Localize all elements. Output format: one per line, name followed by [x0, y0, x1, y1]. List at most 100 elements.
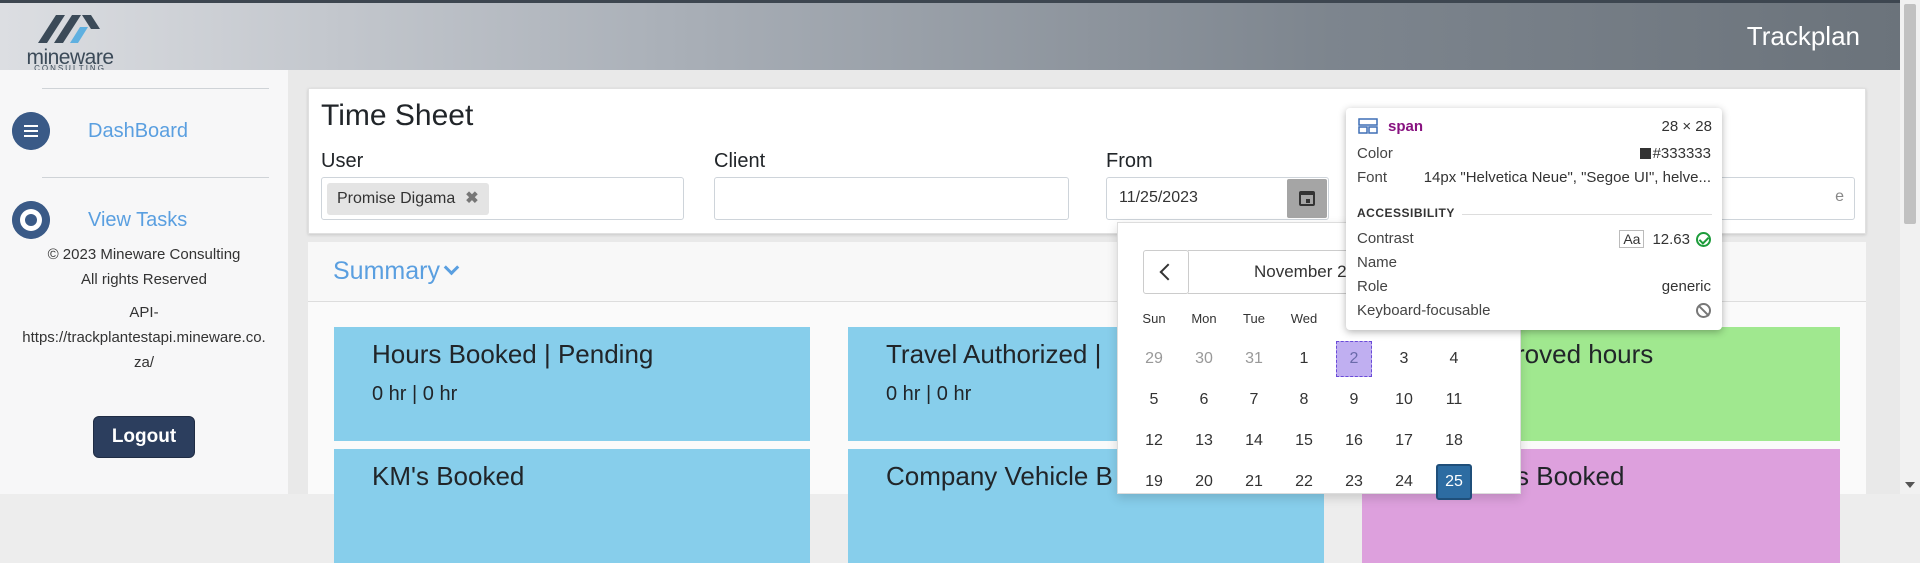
calendar-day[interactable]: 25 [1436, 464, 1472, 500]
weekday-header: Wed [1290, 311, 1318, 326]
calendar-day[interactable]: 6 [1186, 382, 1222, 418]
tile-hours-booked: Hours Booked | Pending 0 hr | 0 hr [334, 327, 810, 441]
calendar-day[interactable]: 17 [1386, 423, 1422, 459]
vertical-scrollbar[interactable] [1900, 0, 1920, 494]
calendar-day[interactable]: 15 [1286, 423, 1322, 459]
calendar-day[interactable]: 7 [1236, 382, 1272, 418]
section-divider [1462, 214, 1712, 215]
calendar-day[interactable]: 18 [1436, 423, 1472, 459]
calendar-icon [1299, 191, 1315, 206]
sidebar-item-label: View Tasks [88, 209, 188, 231]
user-select[interactable]: Promise Digama ✖ [321, 177, 684, 220]
summary-title: Summary [333, 257, 440, 285]
calendar-day[interactable]: 21 [1236, 464, 1272, 500]
calendar-day[interactable]: 31 [1236, 341, 1272, 377]
calendar-day[interactable]: 12 [1136, 423, 1172, 459]
calendar-day[interactable]: 11 [1436, 382, 1472, 418]
inspector-contrast-row: Contrast Aa 12.63 [1357, 230, 1711, 250]
calendar-day[interactable]: 9 [1336, 382, 1372, 418]
calendar-day[interactable]: 29 [1136, 341, 1172, 377]
app-title: Trackplan [1746, 21, 1860, 51]
calendar-day[interactable]: 22 [1286, 464, 1322, 500]
calendar-day[interactable]: 20 [1186, 464, 1222, 500]
calendar-day[interactable]: 3 [1386, 341, 1422, 377]
tile-title: Company Vehicle B [886, 461, 1113, 491]
calendar-day[interactable]: 4 [1436, 341, 1472, 377]
keyboard-label: Keyboard-focusable [1357, 302, 1491, 319]
logo-mark-icon [38, 15, 100, 43]
inspector-tag-name: span [1388, 118, 1424, 135]
prev-month-button[interactable] [1143, 250, 1189, 294]
calendar-day[interactable]: 8 [1286, 382, 1322, 418]
logout-button[interactable]: Logout [93, 416, 195, 458]
calendar-day[interactable]: 10 [1386, 382, 1422, 418]
tile-title: Travel Authorized | [886, 339, 1102, 369]
calendar-day[interactable]: 23 [1336, 464, 1372, 500]
tile-title: KM's Booked [372, 461, 525, 491]
target-icon [12, 201, 50, 239]
contrast-value: 12.63 [1652, 231, 1690, 248]
calendar-day[interactable]: 24 [1386, 464, 1422, 500]
tile-kms-booked: KM's Booked [334, 449, 810, 563]
api-url-line2: za/ [133, 354, 154, 371]
calendar-day[interactable]: 13 [1186, 423, 1222, 459]
company-logo[interactable]: mineware CONSULTING [18, 9, 122, 73]
copyright-text: © 2023 Mineware Consulting [47, 246, 241, 263]
inspector-font-row: Font 14px "Helvetica Neue", "Segoe UI", … [1357, 169, 1711, 189]
inspector-dimensions: 28 × 28 [1661, 118, 1712, 135]
calendar-button[interactable] [1287, 179, 1327, 218]
calendar-day[interactable]: 2 [1336, 341, 1372, 377]
from-date-value: 11/25/2023 [1119, 189, 1198, 206]
sidebar-divider [42, 88, 269, 89]
calendar-day[interactable]: 16 [1336, 423, 1372, 459]
weekday-header: Sun [1142, 311, 1166, 326]
name-label: Name [1357, 254, 1398, 271]
calendar-day[interactable]: 5 [1136, 382, 1172, 418]
role-label: Role [1357, 278, 1388, 295]
contrast-aa-badge: Aa [1619, 230, 1645, 248]
inspector-tooltip: span 28 × 28 Color #333333 Font 14px "He… [1346, 108, 1722, 330]
sidebar: DashBoard View Tasks © 2023 Mineware Con… [0, 70, 288, 494]
inspector-name-row: Name [1357, 254, 1711, 274]
inspector-role-row: Role generic [1357, 278, 1711, 298]
client-label: Client [714, 150, 766, 172]
tile-title: Hours Booked | Pending [372, 339, 654, 369]
accessibility-heading: ACCESSIBILITY [1357, 206, 1455, 220]
color-swatch [1639, 148, 1651, 159]
menu-icon [12, 112, 50, 150]
user-chip-label: Promise Digama [337, 190, 456, 207]
not-allowed-icon [1696, 303, 1711, 318]
contrast-label: Contrast [1357, 230, 1414, 247]
page-title: Time Sheet [321, 99, 474, 132]
sidebar-item-dashboard[interactable]: DashBoard [12, 112, 282, 152]
color-value: #333333 [1652, 145, 1711, 162]
from-date-input[interactable]: 11/25/2023 [1106, 177, 1329, 220]
inspector-keyboard-row: Keyboard-focusable [1357, 302, 1711, 322]
scroll-down-arrow-icon[interactable] [1905, 482, 1915, 488]
sidebar-item-view-tasks[interactable]: View Tasks [12, 201, 282, 241]
from-label: From [1106, 150, 1153, 172]
inspector-color-row: Color #333333 [1357, 145, 1711, 165]
color-label: Color [1357, 145, 1393, 162]
rights-text: All rights Reserved [81, 271, 207, 288]
tile-title: roved hours [1516, 339, 1654, 369]
role-value: generic [1661, 278, 1711, 295]
top-navbar: mineware CONSULTING Trackplan [0, 0, 1900, 73]
element-layout-icon [1358, 118, 1378, 134]
check-icon [1696, 232, 1711, 247]
user-chip: Promise Digama ✖ [327, 183, 489, 215]
font-label: Font [1357, 169, 1388, 186]
weekday-header: Mon [1191, 311, 1217, 326]
summary-toggle[interactable]: Summary [333, 257, 460, 286]
calendar-day[interactable]: 19 [1136, 464, 1172, 500]
calendar-day[interactable]: 14 [1236, 423, 1272, 459]
client-select[interactable] [714, 177, 1069, 220]
sidebar-item-label: DashBoard [88, 120, 189, 142]
user-label: User [321, 150, 364, 172]
calendar-day[interactable]: 1 [1286, 341, 1322, 377]
chip-remove-icon[interactable]: ✖ [465, 190, 478, 207]
tile-value: 0 hr | 0 hr [372, 383, 458, 405]
chevron-down-icon [443, 259, 460, 276]
calendar-day[interactable]: 30 [1186, 341, 1222, 377]
scrollbar-thumb[interactable] [1904, 4, 1916, 224]
